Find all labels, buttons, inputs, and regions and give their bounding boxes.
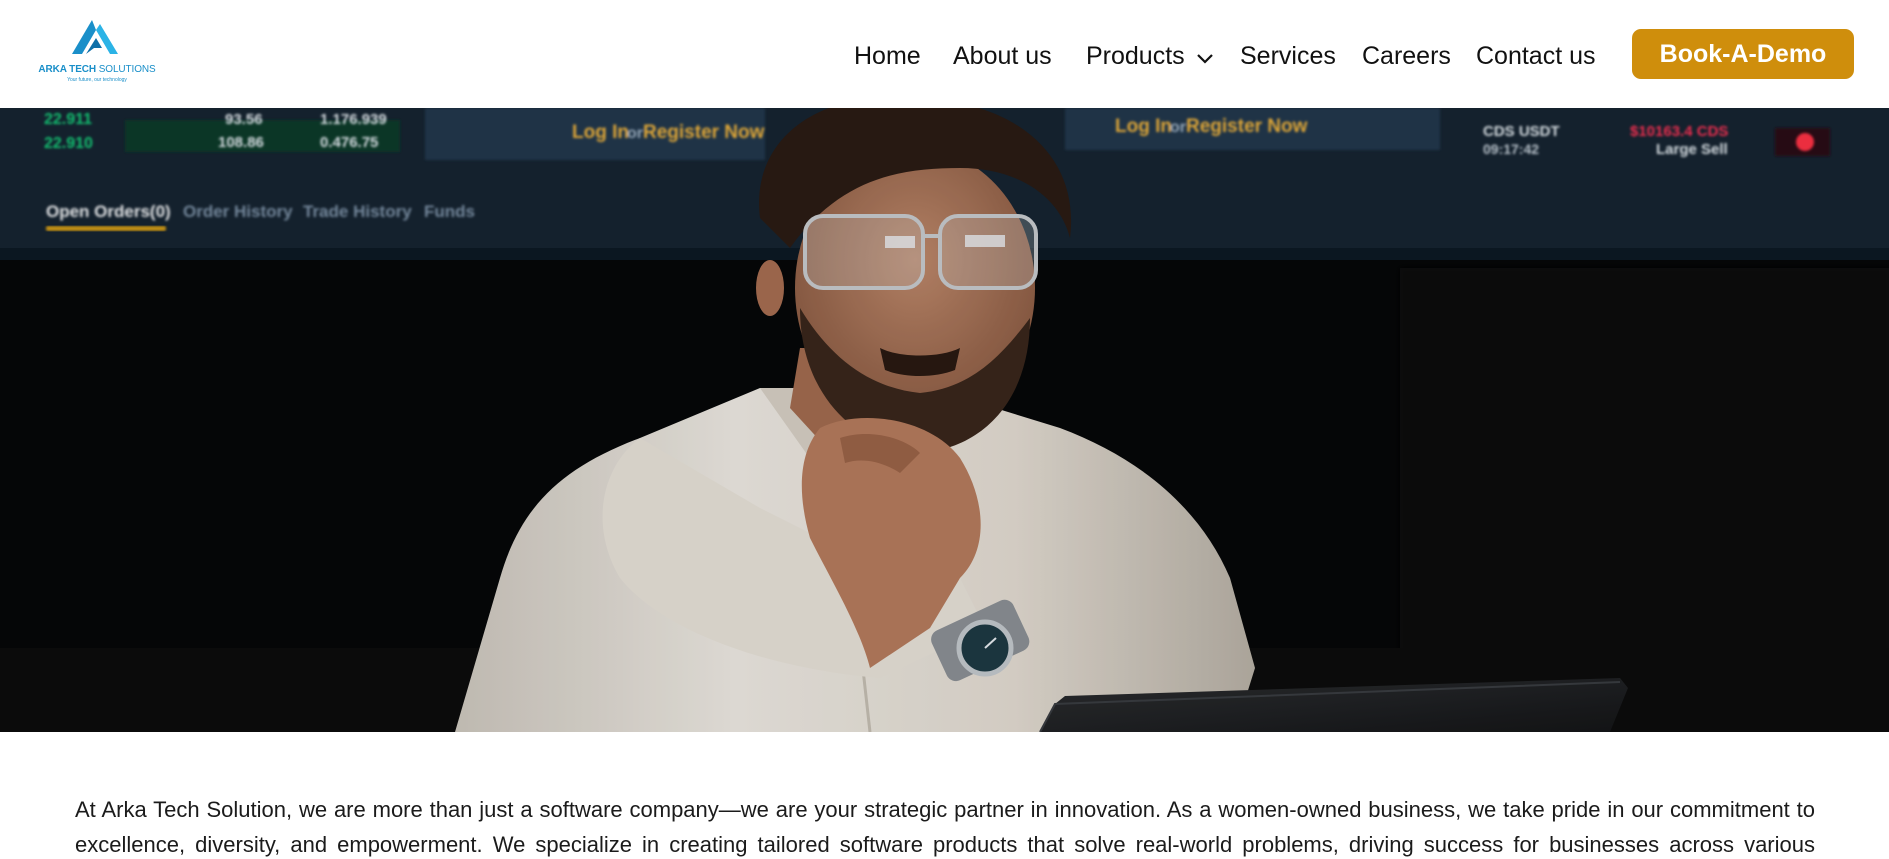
chevron-down-icon (1196, 39, 1214, 75)
nav-about-us[interactable]: About us (953, 38, 1052, 74)
logo-tagline: Your future, our technology (67, 77, 127, 83)
nav-contact-us[interactable]: Contact us (1476, 38, 1596, 74)
logo-wordmark: ARKA TECH SOLUTIONS (38, 64, 156, 75)
nav-contact-us-label: Contact us (1476, 42, 1596, 70)
hero-image: 22.911 22.910 93.56 108.86 1.176.939 0.4… (0, 108, 1889, 732)
nav-products[interactable]: Products (1086, 38, 1214, 75)
book-a-demo-button[interactable]: Book-A-Demo (1632, 29, 1854, 79)
hero-photo-illustration: 22.911 22.910 93.56 108.86 1.176.939 0.4… (0, 108, 1889, 732)
nav-products-label: Products (1086, 42, 1185, 70)
site-logo[interactable]: ARKA TECH SOLUTIONS Your future, our tec… (34, 20, 160, 86)
nav-home-label: Home (854, 42, 921, 70)
nav-services-label: Services (1240, 42, 1336, 70)
nav-careers-label: Careers (1362, 42, 1451, 70)
arka-triangle-logo-icon (72, 20, 118, 54)
nav-home[interactable]: Home (854, 38, 921, 74)
nav-careers[interactable]: Careers (1362, 38, 1451, 74)
intro-paragraph: At Arka Tech Solution, we are more than … (75, 797, 1815, 857)
nav-about-us-label: About us (953, 42, 1052, 70)
nav-services[interactable]: Services (1240, 38, 1336, 74)
site-header: ARKA TECH SOLUTIONS Your future, our tec… (0, 0, 1889, 108)
